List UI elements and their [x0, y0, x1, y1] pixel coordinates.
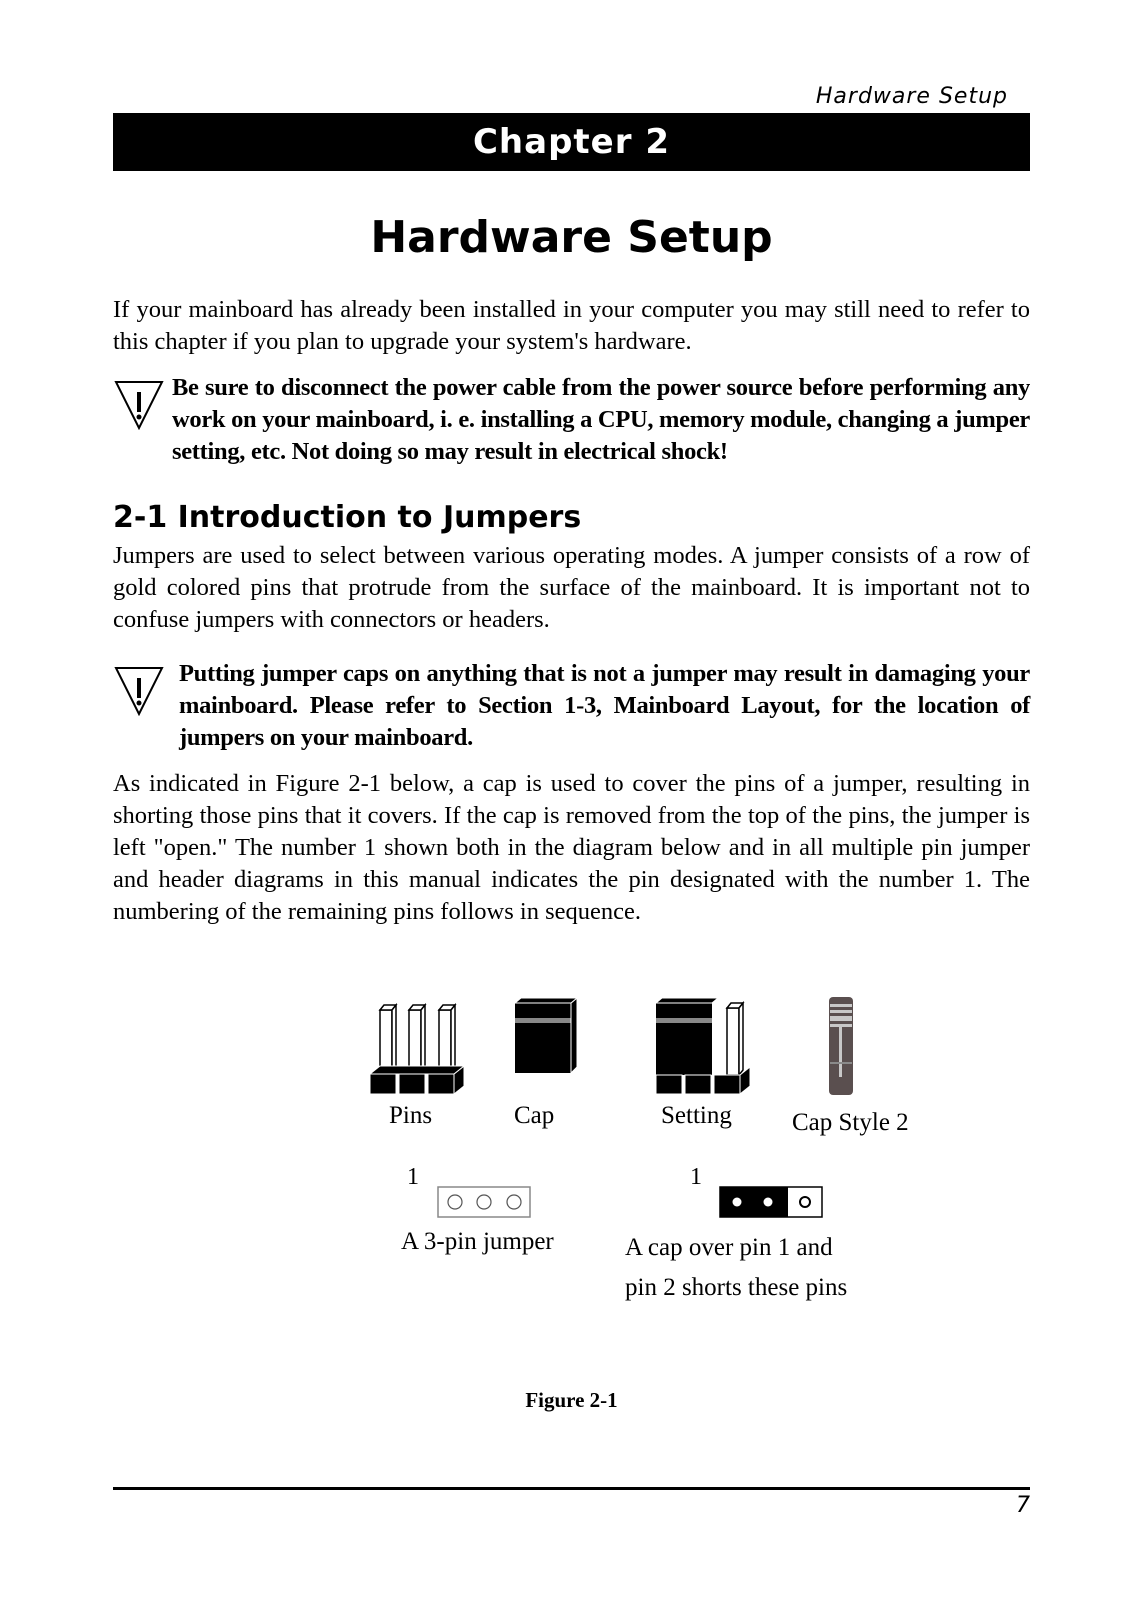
warning-text: Be sure to disconnect the power cable fr…: [172, 374, 1030, 465]
figure-title: Figure 2-1: [525, 1388, 618, 1412]
page-title: Hardware Setup: [370, 212, 773, 263]
cap-style-2-illustration: [829, 997, 853, 1095]
jumper-cap-paragraph: As indicated in Figure 2-1 below, a cap …: [113, 770, 1030, 925]
label-cap: Cap: [514, 1102, 555, 1129]
three-pin-jumper-diagram: [437, 1186, 531, 1218]
pins-illustration: [368, 1002, 466, 1096]
warning-triangle-icon: [114, 381, 164, 430]
setting-illustration: [654, 997, 751, 1096]
pin-1-marker: 1: [407, 1164, 419, 1190]
caption-3-pin-jumper: A 3-pin jumper: [401, 1228, 554, 1255]
section-heading: 2-1 Introduction to Jumpers: [113, 500, 582, 535]
footer-rule: [113, 1487, 1030, 1490]
capped-jumper-diagram: [719, 1186, 823, 1218]
chapter-banner: Chapter 2: [113, 113, 1030, 171]
chapter-label: Chapter 2: [472, 122, 670, 162]
warning-text: Putting jumper caps on anything that is …: [179, 660, 1030, 751]
warning-callout-jumper-caps: Putting jumper caps on anything that is …: [113, 658, 1030, 758]
jumpers-intro-paragraph: Jumpers are used to select between vario…: [113, 542, 1030, 633]
label-cap-style-2: Cap Style 2: [792, 1109, 909, 1136]
caption-cap-over-pins-line2: pin 2 shorts these pins: [625, 1274, 848, 1301]
label-setting: Setting: [661, 1102, 732, 1129]
manual-page: Hardware Setup Chapter 2 Hardware Setup …: [0, 0, 1143, 1600]
page-number: 7: [1016, 1493, 1030, 1518]
warning-triangle-icon: [114, 667, 164, 716]
cap-illustration: [513, 996, 579, 1075]
pin-1-marker: 1: [690, 1164, 702, 1190]
caption-cap-over-pins-line1: A cap over pin 1 and: [625, 1234, 833, 1261]
warning-callout-power: Be sure to disconnect the power cable fr…: [113, 372, 1030, 472]
running-head: Hardware Setup: [815, 84, 1008, 109]
label-pins: Pins: [389, 1102, 433, 1129]
intro-paragraph: If your mainboard has already been insta…: [113, 296, 1030, 355]
